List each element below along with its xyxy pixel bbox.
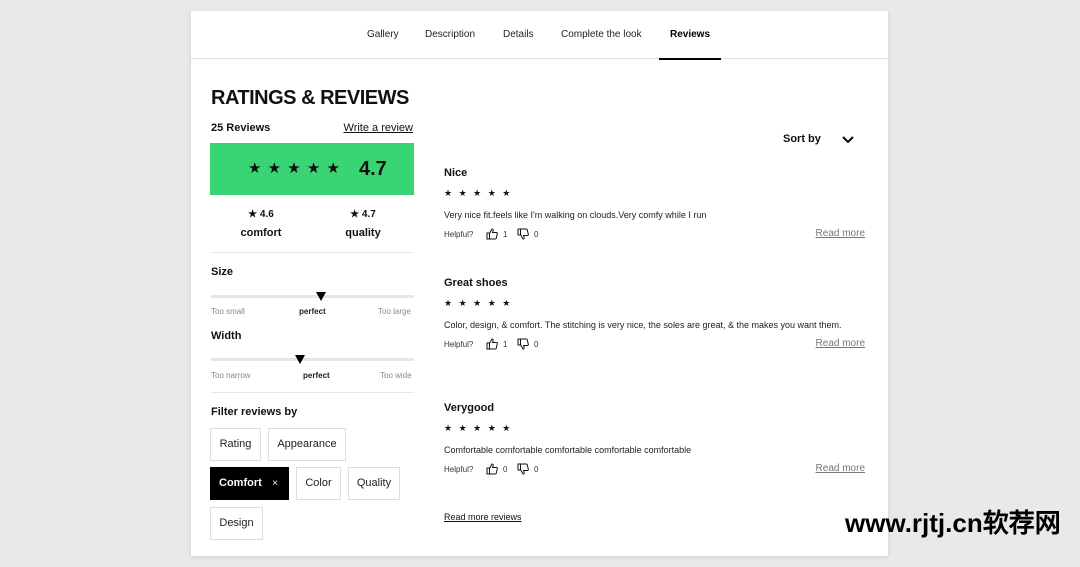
- review-footer: Helpful? 0 0 Read more: [444, 463, 865, 477]
- thumbs-up-icon[interactable]: [486, 338, 498, 350]
- tab-description[interactable]: Description: [425, 11, 475, 59]
- thumbs-down-icon[interactable]: [517, 338, 529, 350]
- chevron-down-icon[interactable]: [841, 134, 855, 146]
- width-title: Width: [211, 330, 242, 342]
- tab-gallery[interactable]: Gallery: [367, 11, 399, 59]
- comfort-rating-value: ★ 4.6: [248, 209, 274, 220]
- thumbs-down-icon[interactable]: [517, 463, 529, 475]
- read-more-link[interactable]: Read more: [816, 463, 865, 474]
- overall-rating-value: 4.7: [359, 158, 387, 180]
- filter-chip-appearance[interactable]: Appearance: [268, 428, 346, 461]
- comfort-rating: ★ 4.6 comfort: [216, 208, 306, 239]
- tab-details[interactable]: Details: [503, 11, 534, 59]
- filter-chip-rating[interactable]: Rating: [210, 428, 261, 461]
- filter-chip-design[interactable]: Design: [210, 507, 263, 540]
- read-more-link[interactable]: Read more: [816, 338, 865, 349]
- thumbs-down-icon[interactable]: [517, 228, 529, 240]
- width-low-label: Too narrow: [211, 371, 251, 380]
- review-title: Nice: [444, 167, 468, 179]
- size-track: [211, 295, 414, 298]
- sort-dropdown[interactable]: Sort by: [783, 133, 821, 145]
- review-footer: Helpful? 1 0 Read more: [444, 228, 865, 242]
- width-marker: [295, 355, 306, 364]
- review-title: Verygood: [444, 402, 495, 414]
- review-stars: ★ ★ ★ ★ ★: [444, 423, 513, 433]
- thumbs-up-icon[interactable]: [486, 228, 498, 240]
- helpful-down-count: 0: [534, 230, 539, 239]
- filter-chip-comfort[interactable]: Comfort ×: [210, 467, 289, 500]
- review-title: Great shoes: [444, 277, 508, 289]
- tab-reviews[interactable]: Reviews: [658, 11, 722, 60]
- size-marker: [315, 292, 326, 301]
- helpful-down-count: 0: [534, 340, 539, 349]
- size-title: Size: [211, 266, 234, 278]
- review-body: Very nice fit.feels like I'm walking on …: [444, 210, 707, 220]
- review-stars: ★ ★ ★ ★ ★: [444, 188, 513, 198]
- tab-complete-the-look[interactable]: Complete the look: [561, 11, 642, 59]
- helpful-label: Helpful?: [444, 230, 474, 239]
- filter-chip-quality[interactable]: Quality: [348, 467, 400, 500]
- read-more-link[interactable]: Read more: [816, 228, 865, 239]
- page-title: RATINGS & REVIEWS: [211, 87, 409, 109]
- remove-filter-icon[interactable]: ×: [272, 468, 278, 499]
- overall-stars: ★ ★ ★ ★ ★: [248, 160, 341, 177]
- watermark: www.rjtj.cn软荐网: [845, 508, 1061, 538]
- divider: [211, 252, 414, 253]
- size-high-label: Too large: [378, 307, 411, 316]
- review-item: Great shoes ★ ★ ★ ★ ★ Color, design, & c…: [444, 276, 865, 352]
- quality-rating: ★ 4.7 quality: [318, 208, 408, 239]
- write-review-link[interactable]: Write a review: [344, 122, 413, 134]
- filter-title: Filter reviews by: [211, 406, 298, 418]
- review-stars: ★ ★ ★ ★ ★: [444, 298, 513, 308]
- helpful-down-count: 0: [534, 465, 539, 474]
- width-high-label: Too wide: [380, 371, 412, 380]
- filter-chip-comfort-label: Comfort: [219, 477, 262, 489]
- quality-rating-value: ★ 4.7: [350, 209, 376, 220]
- thumbs-up-icon[interactable]: [486, 463, 498, 475]
- comfort-rating-label: comfort: [240, 227, 282, 239]
- filter-chip-color[interactable]: Color: [296, 467, 341, 500]
- helpful-up-count: 1: [503, 230, 508, 239]
- review-body: Comfortable comfortable comfortable comf…: [444, 445, 692, 455]
- helpful-up-count: 1: [503, 340, 508, 349]
- helpful-label: Helpful?: [444, 465, 474, 474]
- review-footer: Helpful? 1 0 Read more: [444, 338, 865, 352]
- review-body: Color, design, & comfort. The stitching …: [444, 320, 842, 330]
- helpful-up-count: 0: [503, 465, 508, 474]
- review-item: Verygood ★ ★ ★ ★ ★ Comfortable comfortab…: [444, 401, 865, 477]
- overall-rating-box: ★ ★ ★ ★ ★ 4.7: [210, 143, 414, 195]
- quality-rating-label: quality: [345, 227, 381, 239]
- divider: [211, 392, 414, 393]
- size-mid-label: perfect: [299, 307, 326, 316]
- product-tabs: Gallery Description Details Complete the…: [191, 11, 888, 60]
- review-count: 25 Reviews: [211, 122, 271, 134]
- size-low-label: Too small: [211, 307, 245, 316]
- reviews-panel: Gallery Description Details Complete the…: [191, 11, 888, 556]
- helpful-label: Helpful?: [444, 340, 474, 349]
- read-more-reviews-link[interactable]: Read more reviews: [444, 512, 522, 522]
- width-mid-label: perfect: [303, 371, 330, 380]
- review-item: Nice ★ ★ ★ ★ ★ Very nice fit.feels like …: [444, 166, 865, 242]
- width-track: [211, 358, 414, 361]
